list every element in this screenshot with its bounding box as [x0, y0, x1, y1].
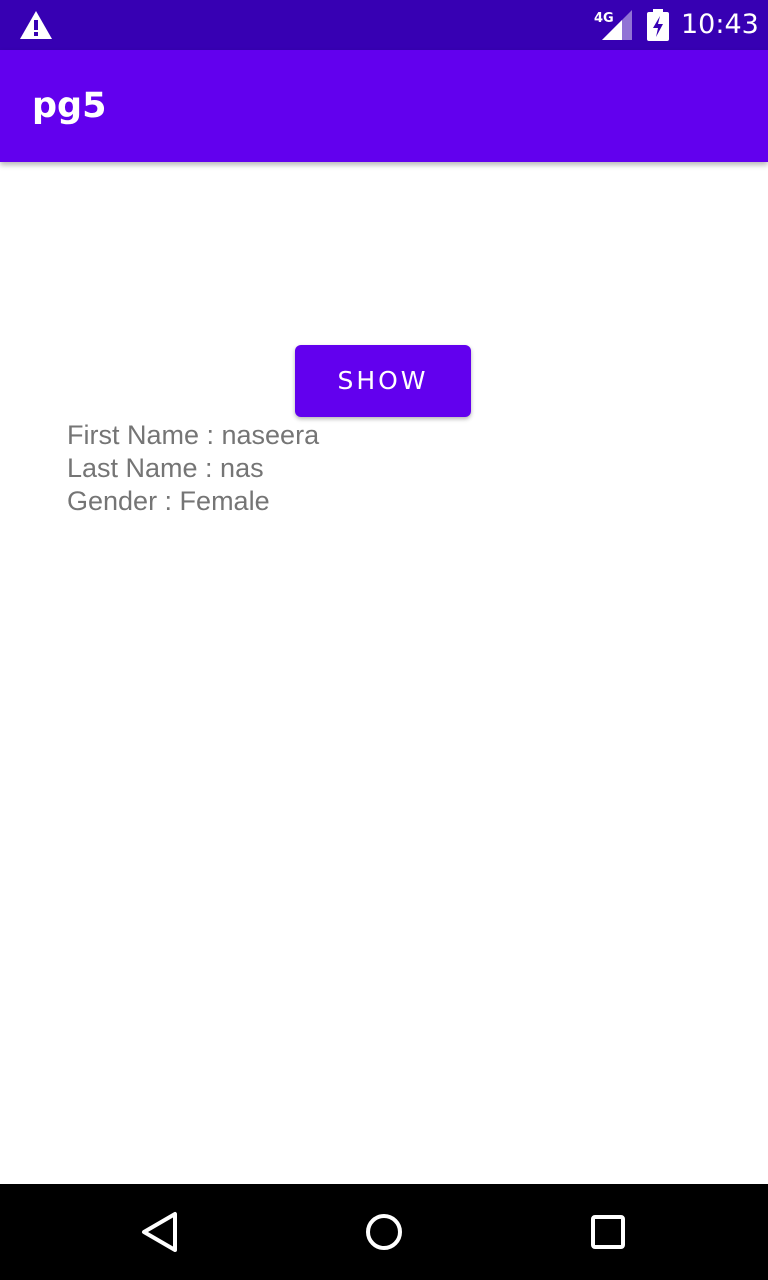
battery-charging-icon [645, 9, 671, 41]
status-clock: 10:43 [681, 9, 759, 40]
status-bar: 4G 10:43 [0, 0, 768, 50]
gender-line: Gender : Female [67, 486, 270, 516]
signal-icon: 4G [594, 8, 634, 42]
app-bar: pg5 [0, 50, 768, 162]
app-title: pg5 [32, 86, 107, 126]
warning-icon [19, 10, 53, 40]
last-name-line: Last Name : nas [67, 453, 264, 483]
first-name-line: First Name : naseera [67, 420, 320, 450]
navigation-bar [0, 1184, 768, 1280]
home-icon[interactable] [354, 1202, 414, 1262]
network-label: 4G [594, 11, 614, 26]
recents-icon[interactable] [578, 1202, 638, 1262]
back-icon[interactable] [130, 1202, 190, 1262]
info-text: First Name : naseera Last Name : nas Gen… [67, 419, 319, 518]
show-button[interactable]: SHOW [295, 345, 471, 417]
